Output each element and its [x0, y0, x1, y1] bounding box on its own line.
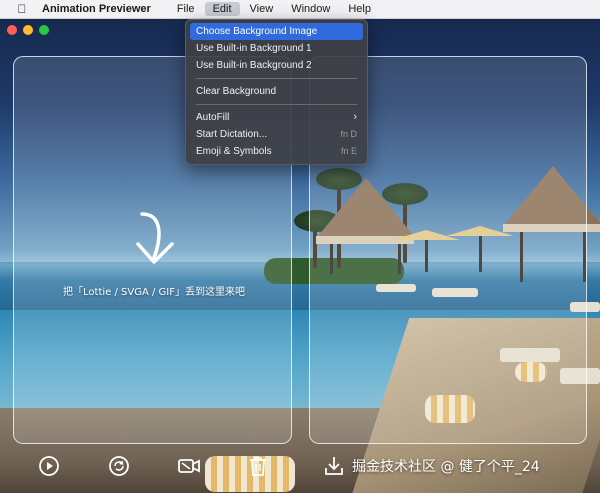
- shortcut-label: fn D: [340, 129, 357, 139]
- trash-icon[interactable]: [246, 454, 270, 478]
- menu-item-emoji-symbols[interactable]: Emoji & Symbols fn E: [190, 143, 363, 160]
- menu-item-autofill[interactable]: AutoFill ›: [190, 109, 363, 126]
- replay-icon[interactable]: [107, 454, 131, 478]
- menu-item-clear-background[interactable]: Clear Background: [190, 83, 363, 100]
- video-icon[interactable]: [177, 454, 201, 478]
- apple-icon[interactable]: : [10, 2, 34, 16]
- menu-view[interactable]: View: [242, 2, 282, 16]
- close-button[interactable]: [7, 25, 17, 35]
- window-controls: [7, 25, 49, 35]
- menu-item-use-built-in-background-2[interactable]: Use Built-in Background 2: [190, 57, 363, 74]
- menu-separator: [196, 78, 357, 79]
- shortcut-label: fn E: [340, 146, 357, 156]
- watermark: 掘金技术社区 @ 健了个平_24: [352, 459, 540, 475]
- menu-help[interactable]: Help: [340, 2, 379, 16]
- menu-separator: [196, 104, 357, 105]
- edit-menu-dropdown: Choose Background Image Use Built-in Bac…: [185, 19, 368, 165]
- arrow-down-curve-icon: [128, 210, 180, 270]
- menu-edit[interactable]: Edit: [204, 2, 240, 16]
- download-icon[interactable]: [322, 454, 346, 478]
- app-menu[interactable]: Animation Previewer: [42, 3, 151, 15]
- minimize-button[interactable]: [23, 25, 33, 35]
- zoom-button[interactable]: [39, 25, 49, 35]
- chevron-right-icon: ›: [353, 111, 357, 123]
- menu-bar:  Animation Previewer File Edit View Win…: [0, 0, 600, 19]
- menu-window[interactable]: Window: [283, 2, 338, 16]
- play-icon[interactable]: [37, 454, 61, 478]
- menu-item-use-built-in-background-1[interactable]: Use Built-in Background 1: [190, 40, 363, 57]
- menu-file[interactable]: File: [169, 2, 203, 16]
- menu-item-choose-background-image[interactable]: Choose Background Image: [190, 23, 363, 40]
- menu-item-start-dictation[interactable]: Start Dictation... fn D: [190, 126, 363, 143]
- drop-hint-text: 把「Lottie / SVGA / GIF」丢到这里来吧: [63, 287, 245, 298]
